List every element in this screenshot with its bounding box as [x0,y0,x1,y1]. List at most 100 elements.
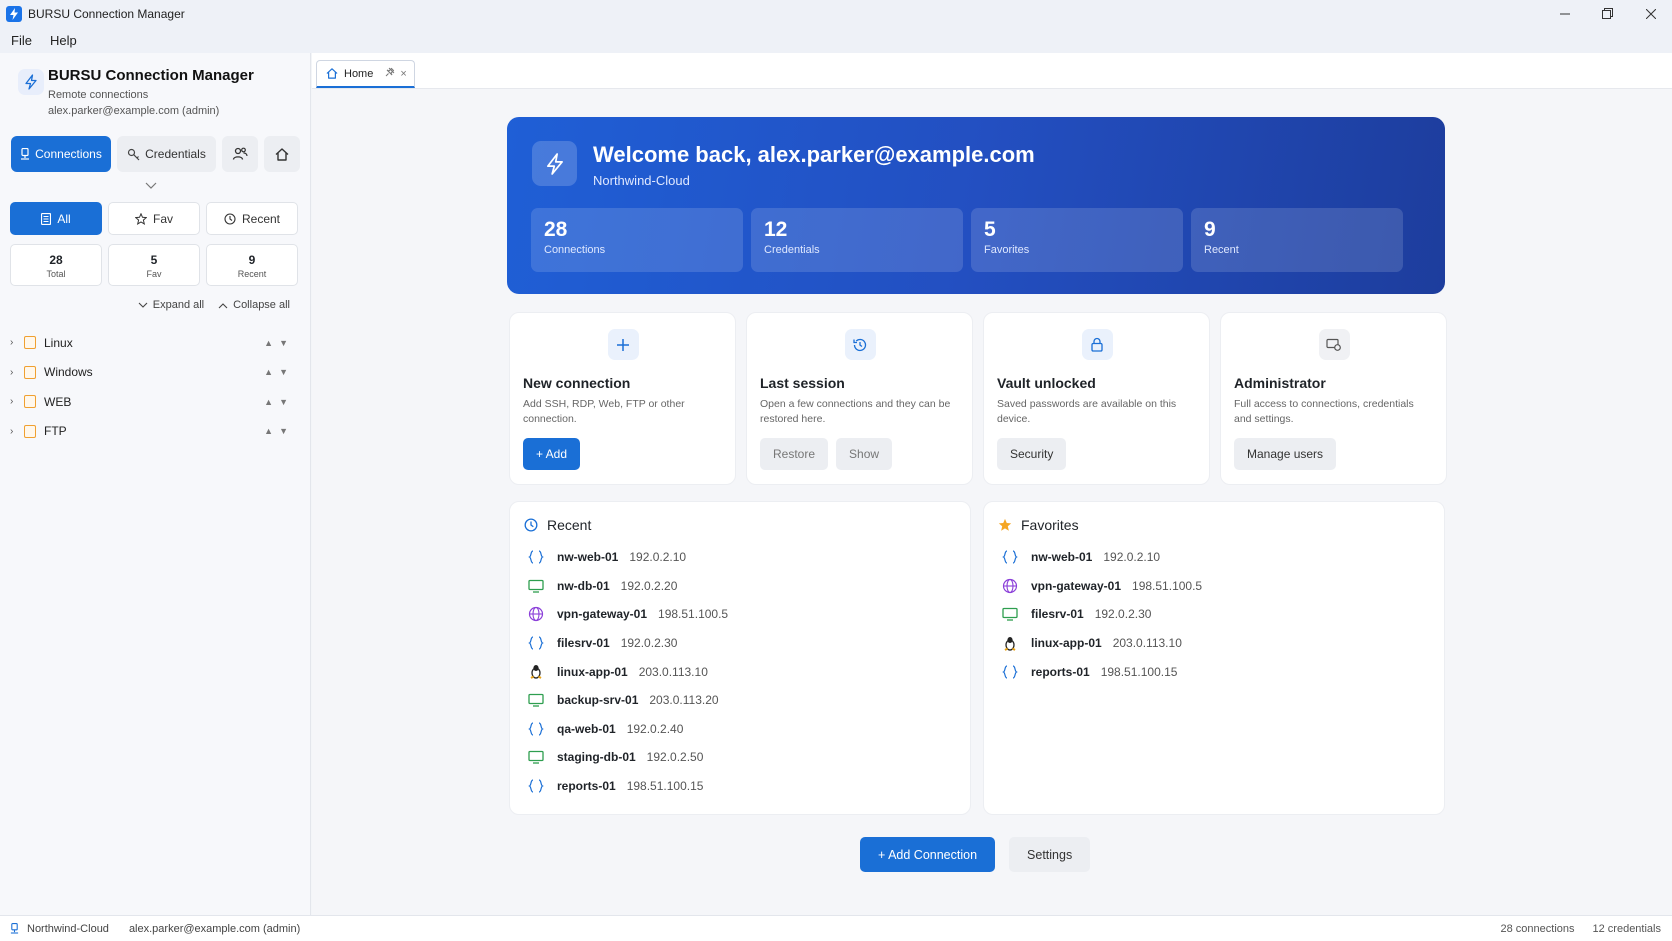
status-connection-count: 28 connections [1500,922,1575,935]
rdp-icon [527,693,545,707]
recent-item[interactable]: vpn-gateway-01 198.51.100.5 [527,600,728,629]
tree-folder-linux[interactable]: › Linux ▲▼ [10,328,300,358]
connections-mode-button[interactable]: Connections [11,136,111,172]
home-view: Welcome back, alex.parker@example.com No… [312,89,1672,915]
recent-item[interactable]: qa-web-01 192.0.2.40 [527,715,728,744]
administrator-card: Administrator Full access to connections… [1220,312,1447,485]
stats-row: 28 Connections 12 Credentials 5 Favorite… [531,208,1403,272]
chevron-right-icon[interactable]: › [10,426,20,437]
home-button[interactable] [264,136,300,172]
count-total-value: 28 [49,253,63,267]
stat-label: Credentials [764,244,820,256]
menu-help[interactable]: Help [41,33,86,48]
mode-switcher: Connections Credentials [11,136,300,172]
count-fav-label: Fav [146,269,162,279]
recent-item[interactable]: nw-web-01 192.0.2.10 [527,543,728,572]
recent-item[interactable]: nw-db-01 192.0.2.20 [527,572,728,601]
connection-ip: 203.0.113.20 [649,693,719,708]
connection-ip: 192.0.2.10 [629,550,687,565]
recent-item[interactable]: staging-db-01 192.0.2.50 [527,743,728,772]
stat-value: 5 [984,218,996,241]
reorder-arrows-icon[interactable]: ▲▼ [264,426,294,436]
tree-folder-web[interactable]: › WEB ▲▼ [10,387,300,417]
recent-title: Recent [547,517,592,533]
recent-item[interactable]: linux-app-01 203.0.113.10 [527,657,728,686]
home-icon [326,68,338,79]
connection-ip: 192.0.2.30 [620,636,678,651]
recent-item[interactable]: filesrv-01 192.0.2.30 [527,629,728,658]
folder-name: WEB [44,394,72,409]
reorder-arrows-icon[interactable]: ▲▼ [264,397,294,407]
globe-icon [1001,578,1019,594]
show-button[interactable]: Show [836,438,893,470]
restore-button[interactable] [1586,0,1629,27]
recent-list: nw-web-01 192.0.2.10 nw-db-01 192.0.2.20 vpn… [527,543,728,800]
tree-controls: Expand all Collapse all [138,299,290,311]
recent-item[interactable]: reports-01 198.51.100.15 [527,772,728,801]
favorites-item[interactable]: nw-web-01 192.0.2.10 [1001,543,1202,572]
filter-fav-button[interactable]: Fav [108,202,200,235]
close-window-button[interactable] [1629,0,1672,27]
star-icon [134,212,147,225]
minimize-button[interactable] [1543,0,1586,27]
menu-file[interactable]: File [2,33,41,48]
users-button[interactable] [222,136,258,172]
add-button[interactable]: + Add [523,438,581,470]
collapse-all-button[interactable]: Collapse all [218,299,290,311]
connection-name: nw-web-01 [557,550,619,565]
status-user: alex.parker@example.com (admin) [128,922,301,935]
tree-folder-windows[interactable]: › Windows ▲▼ [10,358,300,388]
favorites-list: nw-web-01 192.0.2.10 vpn-gateway-01 198.51.… [1001,543,1202,686]
close-tab-icon[interactable]: × [400,68,406,80]
restore-button[interactable]: Restore [760,438,829,470]
manage-users-button[interactable]: Manage users [1234,438,1337,470]
clock-icon [524,518,538,532]
connection-ip: 192.0.2.40 [626,721,684,736]
connection-name: linux-app-01 [557,664,628,679]
lock-icon [1081,329,1113,360]
folder-icon [24,395,36,409]
pin-icon[interactable] [385,67,395,80]
brand-bolt-icon [18,69,44,95]
tree-folder-ftp[interactable]: › FTP ▲▼ [10,417,300,447]
security-button[interactable]: Security [997,438,1067,470]
settings-button[interactable]: Settings [1009,837,1091,872]
chevron-right-icon[interactable]: › [10,396,20,407]
title-bar: BURSU Connection Manager [0,0,1672,27]
collapse-all-label: Collapse all [233,299,290,311]
favorites-item[interactable]: linux-app-01 203.0.113.10 [1001,629,1202,658]
favorites-item[interactable]: vpn-gateway-01 198.51.100.5 [1001,572,1202,601]
add-connection-button[interactable]: + Add Connection [860,837,996,872]
chevron-right-icon[interactable]: › [10,367,20,378]
reorder-arrows-icon[interactable]: ▲▼ [264,338,294,348]
filter-all-button[interactable]: All [10,202,102,235]
favorites-item[interactable]: filesrv-01 192.0.2.30 [1001,600,1202,629]
card-title: Vault unlocked [997,375,1096,391]
connection-name: reports-01 [1031,664,1090,679]
welcome-banner: Welcome back, alex.parker@example.com No… [507,117,1445,294]
chevron-right-icon[interactable]: › [10,337,20,348]
expand-all-button[interactable]: Expand all [138,299,204,311]
linux-icon [1001,636,1019,651]
history-icon [844,329,876,360]
reorder-arrows-icon[interactable]: ▲▼ [264,367,294,377]
count-summary: 28 Total 5 Fav 9 Recent [10,244,298,286]
admin-shield-icon [1318,329,1350,360]
filter-fav-label: Fav [152,211,173,226]
status-credential-count: 12 credentials [1592,922,1662,935]
credentials-mode-label: Credentials [145,147,206,161]
recent-item[interactable]: backup-srv-01 203.0.113.20 [527,686,728,715]
expand-all-label: Expand all [152,299,205,311]
favorites-item[interactable]: reports-01 198.51.100.15 [1001,657,1202,686]
chevron-down-icon[interactable] [145,177,157,195]
folder-icon [24,424,36,438]
window-controls [1543,0,1672,27]
folder-icon [24,336,36,350]
tab-home[interactable]: Home × [316,60,415,88]
credentials-mode-button[interactable]: Credentials [117,136,216,172]
connection-name: reports-01 [557,779,616,794]
rdp-icon [527,579,545,593]
filter-recent-button[interactable]: Recent [206,202,298,235]
bolt-icon [532,141,577,186]
connection-ip: 198.51.100.15 [626,779,704,794]
